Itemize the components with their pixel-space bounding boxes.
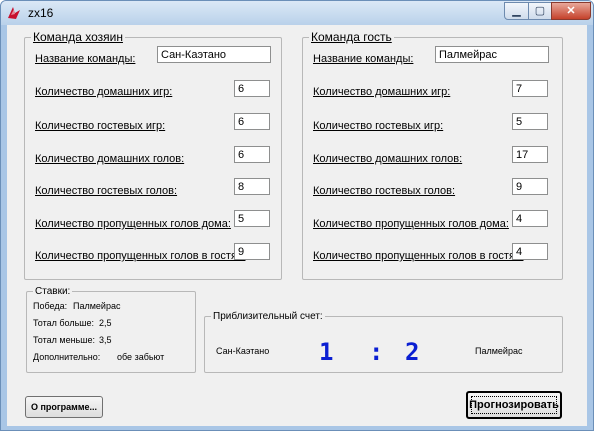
guest-team-name-input[interactable]: Палмейрас: [435, 46, 549, 63]
guest-away-games-input[interactable]: 5: [512, 113, 548, 130]
guest-conceded-away-label: Количество пропущенных голов в гостях:: [313, 250, 524, 262]
home-team-name-input[interactable]: Сан-Каэтано: [157, 46, 271, 63]
home-home-goals-input[interactable]: 6: [234, 146, 270, 163]
minimize-button[interactable]: ▁: [504, 2, 529, 20]
total-over-label: Тотал больше:: [33, 318, 95, 328]
home-home-games-label: Количество домашних игр:: [35, 86, 173, 98]
predict-button-label: Прогнозировать: [469, 399, 559, 411]
home-away-goals-input[interactable]: 8: [234, 178, 270, 195]
bets-group: Ставки: Победа: Палмейрас Тотал больше: …: [26, 284, 196, 373]
score-legend: Приблизительный счет:: [211, 309, 325, 324]
victory-label: Победа:: [33, 301, 68, 311]
close-button[interactable]: ✕: [551, 2, 591, 20]
extra-value: обе забьют: [117, 352, 165, 362]
home-home-goals-label: Количество домашних голов:: [35, 153, 185, 165]
guest-conceded-home-input[interactable]: 4: [512, 210, 548, 227]
score-home-goals: 1: [319, 338, 334, 366]
total-under-value: 3,5: [99, 335, 112, 345]
home-home-games-input[interactable]: 6: [234, 80, 270, 97]
score-home-team: Сан-Каэтано: [216, 346, 270, 356]
about-button-label: О программе...: [30, 402, 97, 412]
window-title: zx16: [28, 6, 54, 20]
home-away-games-input[interactable]: 6: [234, 113, 270, 130]
home-conceded-home-input[interactable]: 5: [234, 210, 270, 227]
guest-home-goals-input[interactable]: 17: [512, 146, 548, 163]
score-group: Приблизительный счет: Сан-Каэтано 1 : 2 …: [204, 309, 563, 373]
home-away-goals-label: Количество гостевых голов:: [35, 185, 178, 197]
guest-away-games-label: Количество гостевых игр:: [313, 120, 444, 132]
client-area: Команда хозяин Название команды: Сан-Каэ…: [7, 25, 587, 426]
home-conceded-home-label: Количество пропущенных голов дома:: [35, 218, 231, 230]
app-icon: [8, 7, 20, 19]
home-conceded-away-label: Количество пропущенных голов в гостях:: [35, 250, 246, 262]
bets-legend: Ставки:: [33, 284, 73, 299]
title-bar[interactable]: zx16 ▁ ▢ ✕: [1, 1, 593, 25]
maximize-button[interactable]: ▢: [528, 2, 552, 20]
about-button[interactable]: О программе...: [25, 396, 103, 418]
guest-home-games-input[interactable]: 7: [512, 80, 548, 97]
home-team-name-label: Название команды:: [35, 53, 136, 65]
total-under-label: Тотал меньше:: [33, 335, 95, 345]
home-team-group: Команда хозяин Название команды: Сан-Каэ…: [24, 30, 282, 280]
app-window: zx16 ▁ ▢ ✕ Команда хозяин Название коман…: [0, 0, 594, 431]
home-team-legend: Команда хозяин: [31, 30, 125, 45]
score-away-team: Палмейрас: [475, 346, 523, 356]
guest-away-goals-label: Количество гостевых голов:: [313, 185, 456, 197]
minimize-icon: ▁: [512, 5, 521, 17]
guest-team-group: Команда гость Название команды: Палмейра…: [302, 30, 563, 280]
guest-conceded-home-label: Количество пропущенных голов дома:: [313, 218, 509, 230]
victory-value: Палмейрас: [73, 301, 121, 311]
guest-team-name-label: Название команды:: [313, 53, 414, 65]
home-conceded-away-input[interactable]: 9: [234, 243, 270, 260]
home-away-games-label: Количество гостевых игр:: [35, 120, 166, 132]
total-over-value: 2,5: [99, 318, 112, 328]
score-away-goals: 2: [405, 338, 420, 366]
guest-home-goals-label: Количество домашних голов:: [313, 153, 463, 165]
extra-label: Дополнительно:: [33, 352, 101, 362]
close-icon: ✕: [566, 5, 576, 17]
guest-home-games-label: Количество домашних игр:: [313, 86, 451, 98]
maximize-icon: ▢: [534, 5, 546, 17]
guest-team-legend: Команда гость: [309, 30, 394, 45]
guest-conceded-away-input[interactable]: 4: [512, 243, 548, 260]
guest-away-goals-input[interactable]: 9: [512, 178, 548, 195]
predict-button[interactable]: Прогнозировать: [466, 391, 562, 419]
score-separator: :: [369, 338, 384, 366]
